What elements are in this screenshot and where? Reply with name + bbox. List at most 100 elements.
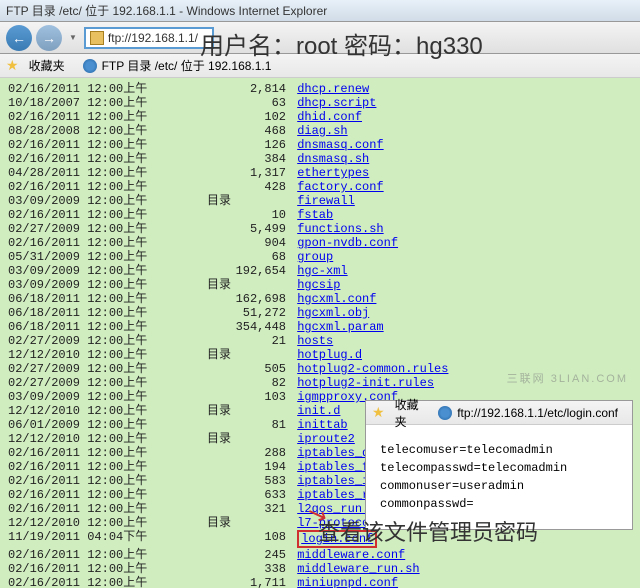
- row-date: 03/09/2009 12:00上午: [0, 390, 200, 404]
- callout-tab[interactable]: ftp://192.168.1.1/etc/login.conf: [430, 406, 626, 420]
- row-date: 02/16/2011 12:00上午: [0, 180, 200, 194]
- file-link[interactable]: diag.sh: [297, 124, 347, 138]
- dir-link[interactable]: firewall: [297, 194, 355, 208]
- ftp-row: 02/16/2011 12:00上午338 middleware_run.sh: [0, 562, 640, 576]
- file-link[interactable]: hotplug2-init.rules: [297, 376, 434, 390]
- dir-link[interactable]: hotplug.d: [297, 348, 362, 362]
- row-size: 103: [235, 390, 290, 404]
- file-link[interactable]: dhcp.script: [297, 96, 376, 110]
- row-date: 12/12/2010 12:00上午: [0, 348, 200, 362]
- address-url: ftp://192.168.1.1/: [108, 31, 198, 45]
- row-size: 63: [235, 96, 290, 110]
- ftp-row: 02/16/2011 12:00上午2,814 dhcp.renew: [0, 82, 640, 96]
- row-size: 288: [235, 446, 290, 460]
- config-line: telecomuser=telecomadmin: [380, 441, 618, 459]
- file-link[interactable]: fstab: [297, 208, 333, 222]
- config-line: commonpasswd=: [380, 495, 618, 513]
- favorites-label[interactable]: 收藏夹: [29, 57, 65, 74]
- row-date: 02/16/2011 12:00上午: [0, 548, 200, 562]
- ftp-row: 06/18/2011 12:00上午51,272 hgcxml.obj: [0, 306, 640, 320]
- forward-button[interactable]: →: [36, 25, 62, 51]
- file-link[interactable]: hgcxml.param: [297, 320, 383, 334]
- file-link[interactable]: factory.conf: [297, 180, 383, 194]
- file-link[interactable]: hosts: [297, 334, 333, 348]
- file-link[interactable]: gpon-nvdb.conf: [297, 236, 398, 250]
- file-link[interactable]: dnsmasq.sh: [297, 152, 369, 166]
- file-link[interactable]: miniupnpd.conf: [297, 576, 398, 588]
- back-button[interactable]: ←: [6, 25, 32, 51]
- row-date: 02/16/2011 12:00上午: [0, 152, 200, 166]
- file-link[interactable]: dnsmasq.conf: [297, 138, 383, 152]
- dir-link[interactable]: init.d: [297, 404, 340, 418]
- address-bar[interactable]: ftp://192.168.1.1/: [84, 27, 214, 49]
- ftp-row: 02/16/2011 12:00上午102 dhid.conf: [0, 110, 640, 124]
- file-link[interactable]: hgc-xml: [297, 264, 347, 278]
- file-link[interactable]: functions.sh: [297, 222, 383, 236]
- row-date: 04/28/2011 12:00上午: [0, 166, 200, 180]
- ftp-row: 02/27/2009 12:00上午 5,499 functions.sh: [0, 222, 640, 236]
- row-date: 02/16/2011 12:00上午: [0, 138, 200, 152]
- row-size: 51,272: [235, 306, 290, 320]
- row-size: 633: [235, 488, 290, 502]
- row-size: 505: [235, 362, 290, 376]
- row-size: 192,654: [235, 264, 290, 278]
- callout-favorites-label[interactable]: 收藏夹: [395, 396, 421, 430]
- ftp-row: 02/16/2011 12:00上午384 dnsmasq.sh: [0, 152, 640, 166]
- ftp-row: 02/16/2011 12:00上午10 fstab: [0, 208, 640, 222]
- row-size: 1,317: [235, 166, 290, 180]
- ftp-row: 06/18/2011 12:00上午354,448 hgcxml.param: [0, 320, 640, 334]
- file-link[interactable]: inittab: [297, 418, 347, 432]
- nav-history-dropdown[interactable]: ▼: [66, 33, 80, 42]
- row-size: 904: [235, 236, 290, 250]
- file-content: telecomuser=telecomadmintelecompasswd=te…: [366, 425, 632, 529]
- row-date: 02/16/2011 12:00上午: [0, 208, 200, 222]
- row-date: 02/27/2009 12:00上午: [0, 362, 200, 376]
- ftp-row: 08/28/2008 12:00上午468 diag.sh: [0, 124, 640, 138]
- file-link[interactable]: ethertypes: [297, 166, 369, 180]
- star-icon[interactable]: ★: [372, 404, 385, 421]
- row-date: 03/09/2009 12:00上午: [0, 264, 200, 278]
- row-date: 03/09/2009 12:00上午: [0, 194, 200, 208]
- row-date: 02/27/2009 12:00上午: [0, 334, 200, 348]
- row-size: 245: [235, 548, 290, 562]
- row-date: 12/12/2010 12:00上午: [0, 432, 200, 446]
- file-preview-callout: ★ 收藏夹 ftp://192.168.1.1/etc/login.conf t…: [365, 400, 633, 530]
- ftp-row: 06/18/2011 12:00上午162,698 hgcxml.conf: [0, 292, 640, 306]
- row-date: 06/18/2011 12:00上午: [0, 320, 200, 334]
- row-date: 02/27/2009 12:00上午: [0, 222, 200, 236]
- file-link[interactable]: hgcxml.obj: [297, 306, 369, 320]
- file-link[interactable]: group: [297, 250, 333, 264]
- redacted: [567, 462, 617, 473]
- row-date: 06/01/2009 12:00上午: [0, 418, 200, 432]
- file-link[interactable]: middleware.conf: [297, 548, 405, 562]
- row-date: 02/16/2011 12:00上午: [0, 446, 200, 460]
- row-date: 03/09/2009 12:00上午: [0, 278, 200, 292]
- row-size: 5,499: [235, 222, 290, 236]
- row-size: 82: [235, 376, 290, 390]
- row-date: 10/18/2007 12:00上午: [0, 96, 200, 110]
- row-date: 12/12/2010 12:00上午: [0, 516, 200, 530]
- config-line: commonuser=useradmin: [380, 477, 618, 495]
- config-line: telecompasswd=telecomadmin: [380, 459, 618, 477]
- row-date: 12/12/2010 12:00上午: [0, 404, 200, 418]
- row-size: 162,698: [235, 292, 290, 306]
- file-link[interactable]: hotplug2-common.rules: [297, 362, 448, 376]
- dir-link[interactable]: hgcsip: [297, 278, 340, 292]
- file-link[interactable]: dhid.conf: [297, 110, 362, 124]
- dir-link[interactable]: iproute2: [297, 432, 355, 446]
- file-link[interactable]: dhcp.renew: [297, 82, 369, 96]
- row-date: 02/16/2011 12:00上午: [0, 460, 200, 474]
- ftp-row: 02/16/2011 12:00上午904 gpon-nvdb.conf: [0, 236, 640, 250]
- row-size: 21: [235, 334, 290, 348]
- row-size: 102: [235, 110, 290, 124]
- file-link[interactable]: middleware_run.sh: [297, 562, 419, 576]
- ie-icon: [83, 59, 97, 73]
- file-link[interactable]: hgcxml.conf: [297, 292, 376, 306]
- ftp-row: 05/31/2009 12:00上午68 group: [0, 250, 640, 264]
- ftp-row: 02/16/2011 12:00上午126 dnsmasq.conf: [0, 138, 640, 152]
- row-date: 02/27/2009 12:00上午: [0, 376, 200, 390]
- credentials-overlay: 用户名：root 密码：hg330: [200, 26, 483, 61]
- ftp-row: 02/16/2011 12:00上午 245 middleware.conf: [0, 548, 640, 562]
- row-size: 81: [235, 418, 290, 432]
- star-icon[interactable]: ★: [6, 57, 19, 74]
